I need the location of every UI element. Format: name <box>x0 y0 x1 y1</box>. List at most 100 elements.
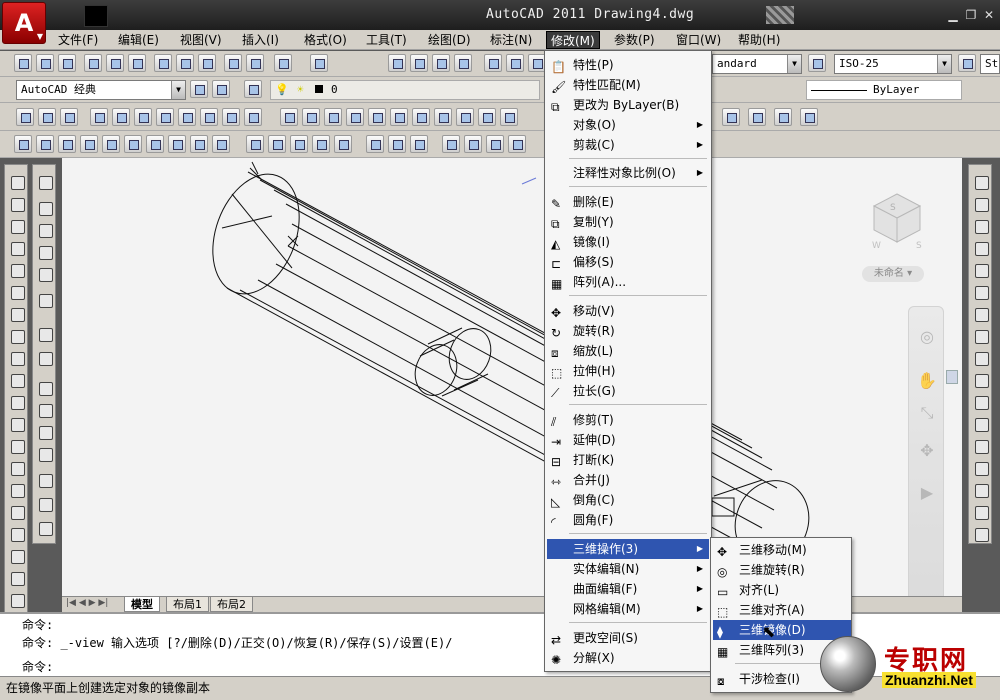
make-block-icon[interactable] <box>8 437 26 455</box>
table-icon[interactable] <box>8 547 26 565</box>
material-icon[interactable] <box>774 108 792 126</box>
hide-icon[interactable] <box>36 173 54 191</box>
menu-item-copy[interactable]: ⧉ 复制(Y) <box>547 212 709 232</box>
pan-icon[interactable] <box>388 54 406 72</box>
polygon-icon[interactable] <box>8 239 26 257</box>
dim-style-select[interactable]: ISO-25 ▼ <box>834 54 952 74</box>
menu-help[interactable]: 帮助(H) <box>734 31 784 49</box>
menu-tools[interactable]: 工具(T) <box>362 31 411 49</box>
view-right-icon[interactable] <box>346 108 364 126</box>
layer-select[interactable]: 💡 ☀ 0 <box>270 80 540 100</box>
render-icon[interactable] <box>748 108 766 126</box>
hatch-icon[interactable] <box>8 481 26 499</box>
join-tool-icon[interactable] <box>972 459 990 477</box>
table-style-select[interactable]: St <box>980 54 1000 74</box>
menu-dimension[interactable]: 标注(N) <box>486 31 536 49</box>
insert-block-icon[interactable] <box>8 415 26 433</box>
view-bottom-icon[interactable] <box>302 108 320 126</box>
menu-item-move[interactable]: ✥ 移动(V) <box>547 301 709 321</box>
block-editor-icon[interactable] <box>246 54 264 72</box>
menu-item-clip[interactable]: 剪裁(C) ▶ <box>547 135 709 155</box>
helix-icon[interactable] <box>190 135 208 153</box>
arc-icon[interactable] <box>8 283 26 301</box>
menu-format[interactable]: 格式(O) <box>300 31 351 49</box>
menu-item-break[interactable]: ⊟ 打断(K) <box>547 450 709 470</box>
move-tool-icon[interactable] <box>972 283 990 301</box>
planar-surface-icon[interactable] <box>212 135 230 153</box>
tab-model[interactable]: 模型 <box>124 597 160 612</box>
menu-item-rotate[interactable]: ↻ 旋转(R) <box>547 321 709 341</box>
array-tool-icon[interactable] <box>972 261 990 279</box>
view-se-icon[interactable] <box>434 108 452 126</box>
ucs-object-icon[interactable] <box>112 108 130 126</box>
pan-hand-icon[interactable]: ✋ <box>917 371 937 391</box>
lights-off-icon[interactable] <box>36 199 54 217</box>
view-back-icon[interactable] <box>390 108 408 126</box>
break-point-icon[interactable] <box>972 415 990 433</box>
ucs-origin-icon[interactable] <box>156 108 174 126</box>
menu-item-surface-editing[interactable]: 曲面编辑(F) ▶ <box>547 579 709 599</box>
redo-icon[interactable] <box>310 54 328 72</box>
rectangle-icon[interactable] <box>8 261 26 279</box>
extrude-icon[interactable] <box>246 135 264 153</box>
restore-icon[interactable]: ❐ <box>964 8 978 22</box>
orbit-icon[interactable]: ✥ <box>917 441 937 461</box>
menu-item-mirror[interactable]: ◭ 镜像(I) <box>547 232 709 252</box>
view-ne-icon[interactable] <box>456 108 474 126</box>
revolve-icon[interactable] <box>312 135 330 153</box>
ellipse-icon[interactable] <box>8 371 26 389</box>
teapot-icon[interactable] <box>36 349 54 367</box>
layer-manager-icon[interactable] <box>244 80 262 98</box>
view-front-icon[interactable] <box>368 108 386 126</box>
menu-file[interactable]: 文件(F) <box>54 31 102 49</box>
workspace-select[interactable]: AutoCAD 经典 ▼ <box>16 80 186 100</box>
view-top-icon[interactable] <box>280 108 298 126</box>
new-icon[interactable] <box>14 54 32 72</box>
minimize-icon[interactable]: ▁ <box>946 8 960 22</box>
menu-item-3d-operations[interactable]: 三维操作(3) ▶ <box>547 539 709 559</box>
menu-item-object[interactable]: 对象(O) ▶ <box>547 115 709 135</box>
render-output-icon[interactable] <box>36 519 54 537</box>
subtract-icon[interactable] <box>388 135 406 153</box>
mirror-tool-icon[interactable] <box>972 217 990 235</box>
region-icon[interactable] <box>8 525 26 543</box>
xline-icon[interactable] <box>8 195 26 213</box>
spotlight-icon[interactable] <box>36 401 54 419</box>
rotate-tool-icon[interactable] <box>972 305 990 323</box>
menu-item-extend[interactable]: ⇥ 延伸(D) <box>547 430 709 450</box>
scrollbar-thumb[interactable] <box>946 370 958 384</box>
torus-icon[interactable] <box>146 135 164 153</box>
menu-item-chamfer[interactable]: ◺ 倒角(C) <box>547 490 709 510</box>
save-icon[interactable] <box>58 54 76 72</box>
ucs-x-icon[interactable] <box>222 108 240 126</box>
menu-item-fillet[interactable]: ◜ 圆角(F) <box>547 510 709 530</box>
table-style-icon[interactable] <box>958 54 976 72</box>
menu-item-annotative-scale[interactable]: 注释性对象比例(O) ▶ <box>547 163 709 183</box>
tab-layout2[interactable]: 布局2 <box>210 597 253 612</box>
menu-item-align[interactable]: ▭ 对齐(L) <box>713 580 851 600</box>
linetype-select[interactable]: ByLayer <box>806 80 962 100</box>
menu-draw[interactable]: 绘图(D) <box>424 31 475 49</box>
explode-tool-icon[interactable] <box>972 525 990 543</box>
3d-align-tool-icon[interactable] <box>486 135 504 153</box>
menu-item-join[interactable]: ⇿ 合并(J) <box>547 470 709 490</box>
close-icon[interactable]: ✕ <box>982 8 996 22</box>
design-center-icon[interactable] <box>506 54 524 72</box>
camera-icon[interactable] <box>500 108 518 126</box>
mtext-icon[interactable] <box>8 569 26 587</box>
menu-modify[interactable]: 修改(M) <box>546 31 600 49</box>
menu-edit[interactable]: 编辑(E) <box>114 31 163 49</box>
trim-tool-icon[interactable] <box>972 371 990 389</box>
3d-rotate-tool-icon[interactable] <box>464 135 482 153</box>
menu-item-bylayer[interactable]: ⧉ 更改为 ByLayer(B) <box>547 95 709 115</box>
ellipse-arc-icon[interactable] <box>8 393 26 411</box>
loft-icon[interactable] <box>334 135 352 153</box>
menu-item-offset[interactable]: ⊏ 偏移(S) <box>547 252 709 272</box>
3d-move-tool-icon[interactable] <box>442 135 460 153</box>
circle-icon[interactable] <box>8 305 26 323</box>
menu-item-3d-move[interactable]: ✥ 三维移动(M) <box>713 540 851 560</box>
menu-item-3d-align[interactable]: ⬚ 三维对齐(A) <box>713 600 851 620</box>
application-menu-button[interactable]: A ▼ <box>2 2 46 44</box>
text-style-select[interactable]: andard ▼ <box>712 54 802 74</box>
copy-tool-icon[interactable] <box>972 195 990 213</box>
